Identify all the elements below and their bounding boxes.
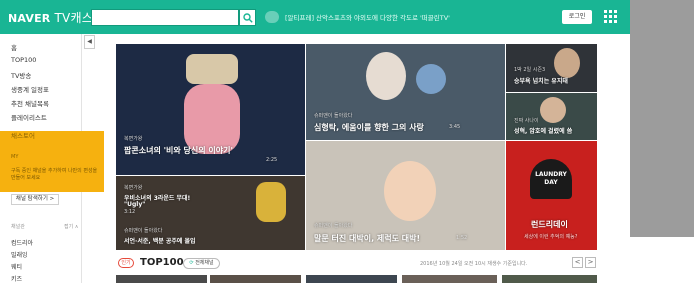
screen: NAVER TV캐스트 [알티프레] 산악스포츠와 야외도에 다양한 각도로 '… (0, 0, 694, 283)
all-channels-filter[interactable]: ⟳ 전체채널 (183, 258, 220, 269)
search-icon (242, 12, 253, 23)
sidebar-collapse-button[interactable]: ◀ (84, 35, 95, 49)
my-channel-promo (0, 131, 104, 192)
video-tile[interactable]: LAUNDRY DAY 런드리데이 세상에 이런 추억의 예능? (506, 141, 597, 250)
ranking-timestamp: 2016년 10월 24일 오전 10시 재생수 기준입니다. (420, 261, 528, 267)
filter-label: 전체채널 (195, 260, 214, 266)
singer-thumbnail (184, 84, 240, 154)
tile-category: 슈퍼맨이 돌아왔다 (314, 223, 353, 229)
tile-title: 런드리데이 (531, 220, 568, 229)
promo-title: MY (11, 154, 19, 160)
tile-title: 승부욕 넘치는 유지태 (514, 78, 568, 85)
top100-thumbnail[interactable] (402, 275, 497, 283)
login-button[interactable]: 로그인 (562, 10, 592, 24)
search-input[interactable] (91, 9, 239, 26)
person-thumbnail (366, 52, 406, 100)
video-tile[interactable]: 복면가왕 팝콘소녀의 '비와 당신의 이야기' 2:25 (116, 44, 305, 175)
promo-description: 구독 중인 채널을 추가하여 나만의 편성을 만들어 보세요 (11, 168, 98, 181)
sidebar-item-top100[interactable]: TOP100 (11, 56, 36, 64)
tile-title: 심형탁, 에움이를 향한 그의 사랑 (314, 123, 424, 132)
sidebar-item-playlist[interactable]: 플레이리스트 (11, 112, 47, 122)
video-tile[interactable]: 복면가왕 우비소녀의 3라운드 무대! "Ugly" 3:12 슈퍼맨이 돌아왔… (116, 176, 305, 250)
mask-thumbnail (186, 54, 238, 84)
tile-category: 복면가왕 (124, 185, 143, 191)
promo-label[interactable]: 채스토어 (11, 130, 35, 140)
sidebar-item-live-schedule[interactable]: 생중계 일정표 (11, 84, 49, 94)
tile-category: 슈퍼맨이 돌아왔다 (314, 113, 353, 119)
toy-thumbnail (416, 64, 446, 94)
popular-badge: 인기 (118, 258, 134, 268)
person-thumbnail (540, 97, 566, 123)
sub-section-toggle[interactable]: 접기 ∧ (64, 223, 78, 230)
tile-title: 서언·서준, 백분 공주에 몰입 (124, 238, 196, 245)
tile-subtitle: "Ugly" (124, 201, 146, 208)
mask-thumbnail (256, 182, 286, 222)
tile-description: 세상에 이런 추억의 예능? (524, 234, 578, 240)
tile-category: 슈퍼맨이 돌아왔다 (124, 228, 163, 234)
search-button[interactable] (239, 9, 256, 26)
explore-channels-button[interactable]: 채널 탐색하기 > (11, 194, 59, 205)
sidebar-sub-item[interactable]: 웨티 (11, 262, 22, 271)
tile-title: 말문 터진 대박이, 제럭도 대박! (314, 234, 421, 243)
tile-duration: 3:45 (449, 124, 461, 130)
tvcast-app: NAVER TV캐스트 [알티프레] 산악스포츠와 야외도에 다양한 각도로 '… (0, 0, 630, 283)
sidebar-sub-item[interactable]: 키즈 (11, 274, 22, 283)
logo-brand: NAVER (8, 12, 51, 25)
notice-badge-icon (265, 11, 279, 23)
tile-duration: 3:12 (124, 209, 136, 215)
sidebar-item-home[interactable]: 홈 (11, 42, 17, 52)
tile-category: 진짜 사나이 (514, 118, 539, 124)
top100-title: TOP100 (140, 257, 184, 268)
tile-duration: 1:52 (456, 235, 468, 241)
refresh-icon: ⟳ (189, 260, 194, 266)
background-panel (630, 0, 694, 237)
laundry-day-logo: LAUNDRY DAY (530, 159, 572, 199)
tile-title: 팝콘소녀의 '비와 당신의 이야기' (124, 146, 233, 155)
sidebar-sub-item[interactable]: 밀래잉 (11, 250, 28, 259)
video-tile[interactable]: 1박 2일 시즌3 승부욕 넘치는 유지태 (506, 44, 597, 92)
tile-title: 성혁, 암호에 걸렸에 씀 (514, 128, 573, 135)
top100-thumbnail[interactable] (306, 275, 397, 283)
sub-section-heading: 채널관 (11, 224, 25, 230)
next-button[interactable]: > (585, 257, 596, 268)
notice-text[interactable]: [알티프레] 산악스포츠와 야외도에 다양한 각도로 '떠끌린TV' (285, 12, 450, 22)
prev-button[interactable]: < (572, 257, 583, 268)
video-tile[interactable]: 슈퍼맨이 돌아왔다 심형탁, 에움이를 향한 그의 사랑 3:45 (306, 44, 505, 140)
apps-grid-icon[interactable] (604, 10, 618, 24)
video-tile[interactable]: 슈퍼맨이 돌아왔다 말문 터진 대박이, 제럭도 대박! 1:52 (306, 141, 505, 250)
tile-duration: 2:25 (266, 157, 278, 163)
top100-thumbnail[interactable] (116, 275, 207, 283)
tile-category: 복면가왕 (124, 136, 143, 142)
tile-category: 1박 2일 시즌3 (514, 67, 546, 73)
sidebar-item-tv[interactable]: TV방송 (11, 70, 31, 80)
sidebar-sub-item[interactable]: 컴드리아 (11, 238, 33, 247)
top100-thumbnail[interactable] (502, 275, 597, 283)
person-thumbnail (554, 48, 580, 78)
child-thumbnail (384, 161, 436, 221)
top100-thumbnail[interactable] (210, 275, 301, 283)
sidebar-item-channels[interactable]: 추천 채널목록 (11, 98, 49, 108)
logo[interactable]: NAVER TV캐스트 (8, 9, 104, 26)
video-tile[interactable]: 진짜 사나이 성혁, 암호에 걸렸에 씀 (506, 93, 597, 140)
top-bar: NAVER TV캐스트 [알티프레] 산악스포츠와 야외도에 다양한 각도로 '… (0, 0, 630, 34)
